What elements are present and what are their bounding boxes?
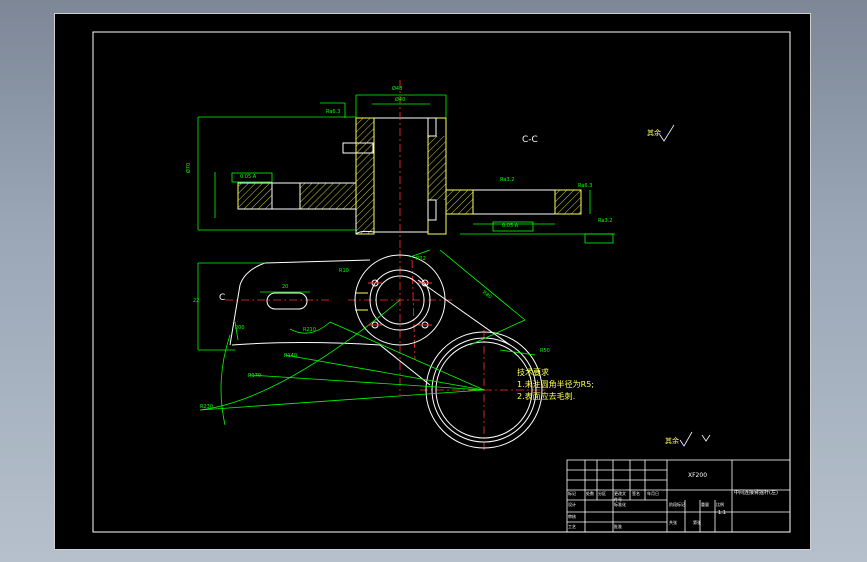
section-dimensions [197,94,615,244]
section-view [237,117,582,235]
hidden-lines [355,292,368,311]
plan-dimensions [197,249,536,426]
center-lines [225,80,548,450]
cad-window-background: C-C C 其余 其余 技术要求 1.未注圆角半径为R5; 2.表面应去毛刺. … [0,0,867,562]
hatch-fills [238,118,581,234]
cad-drawing [92,31,791,533]
plan-view [229,254,543,449]
roughness-symbols [659,124,711,447]
title-block [566,459,791,533]
